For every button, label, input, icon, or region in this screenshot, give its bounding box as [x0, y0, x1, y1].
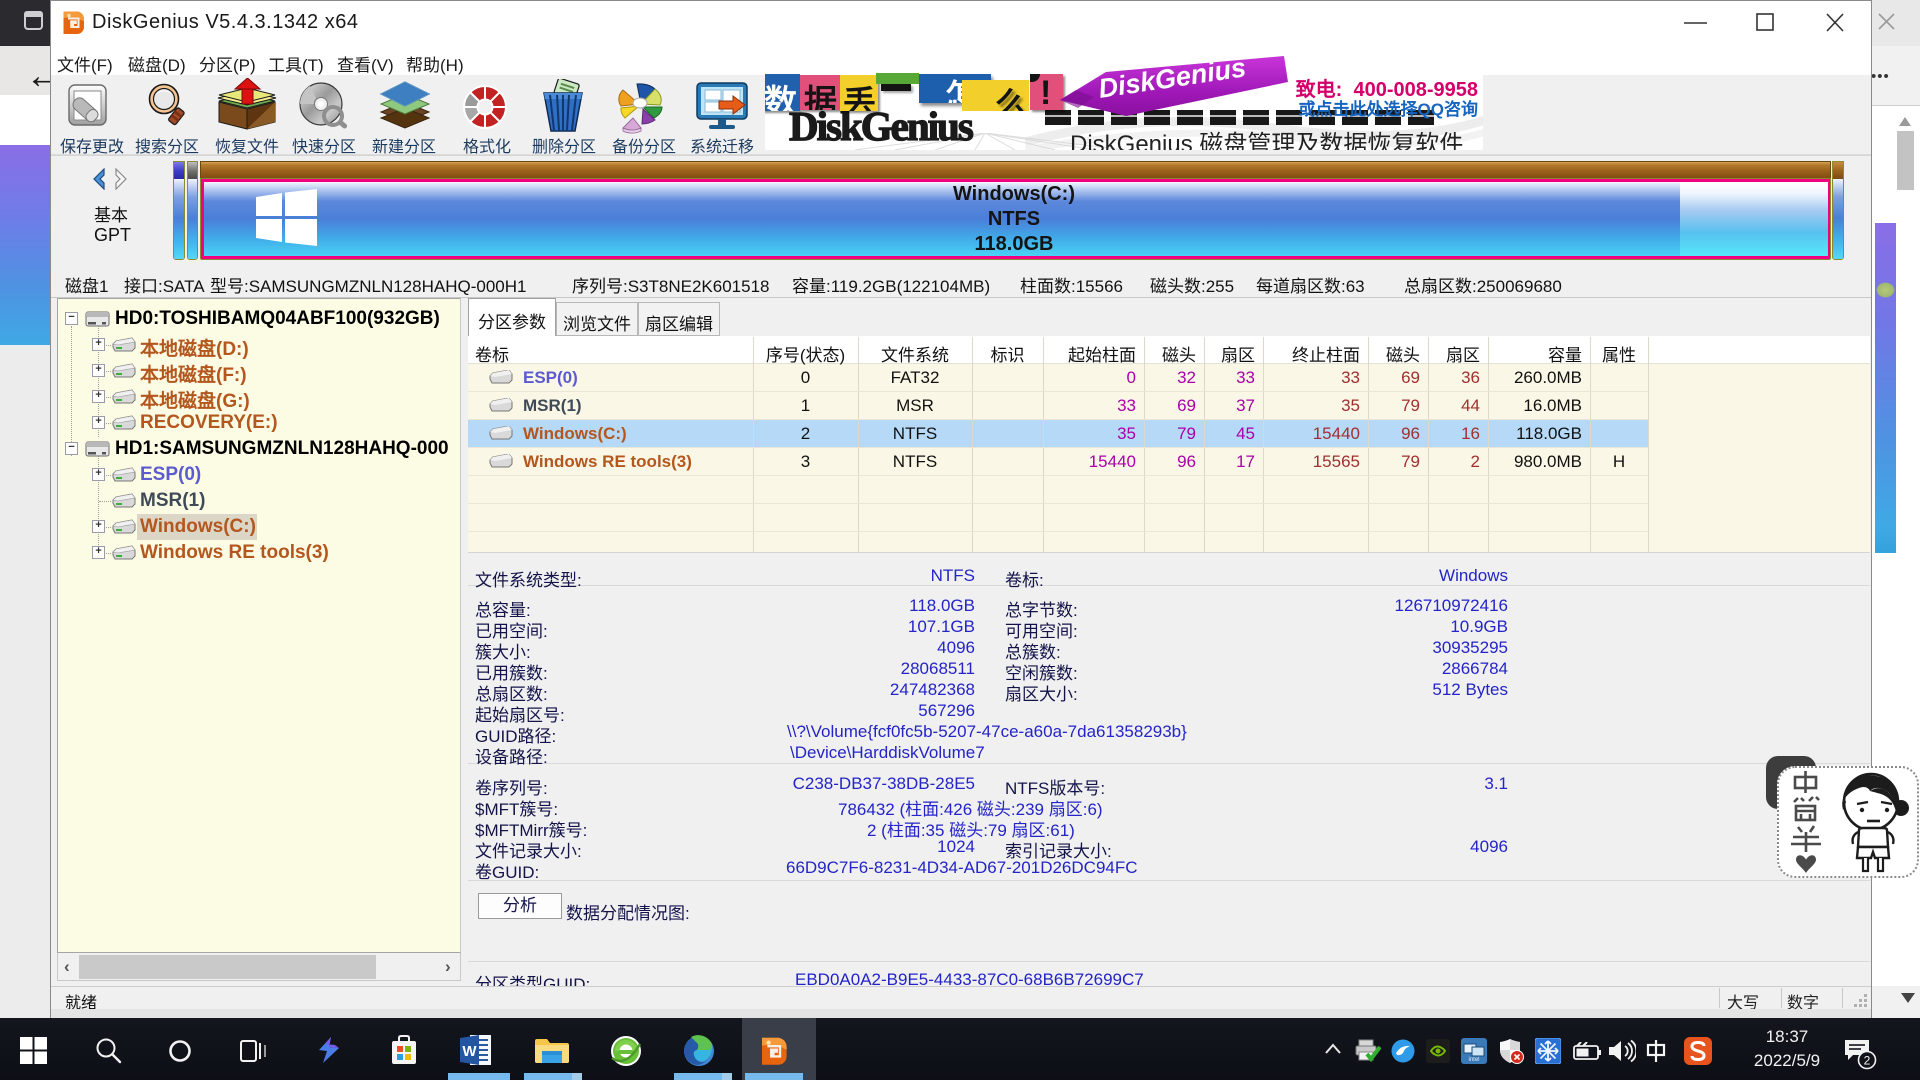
svg-text:W: W [462, 1043, 477, 1060]
svg-text:intel: intel [1468, 1057, 1479, 1063]
svg-text:2: 2 [1864, 1054, 1871, 1068]
